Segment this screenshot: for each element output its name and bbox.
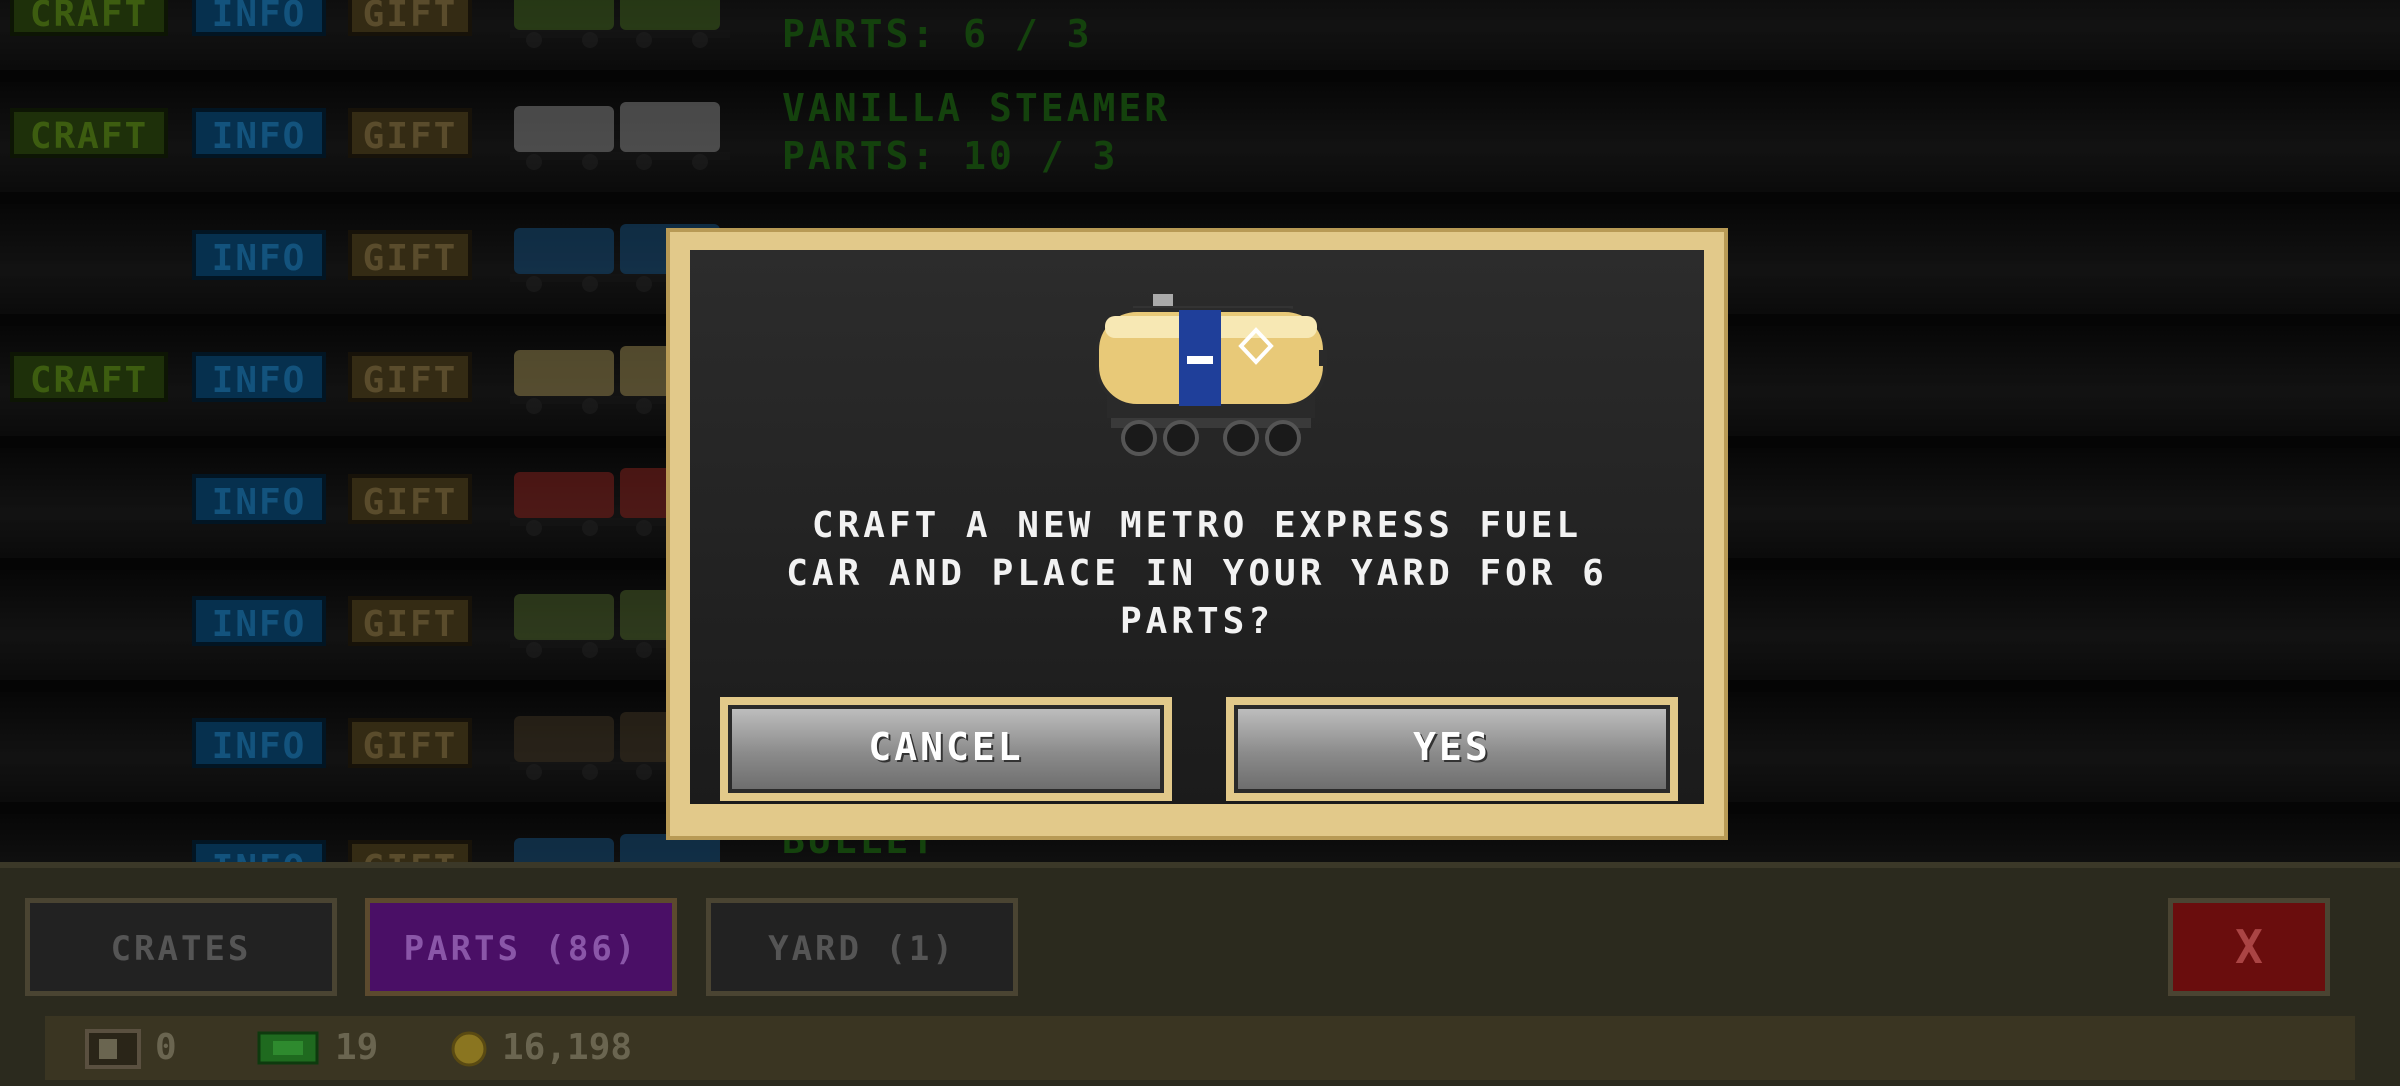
coin-icon [451, 1031, 487, 1067]
bottom-bar: CRATES PARTS (86) YARD (1) X 0 19 16,198 [0, 862, 2400, 1086]
coins-value: 16,198 [502, 1027, 633, 1068]
cash-count: 19 [255, 1026, 378, 1070]
cancel-button-label: CANCEL [728, 705, 1164, 793]
cash-value: 19 [335, 1027, 379, 1068]
crate-icon [85, 1029, 141, 1069]
yes-button[interactable]: YES [1226, 697, 1678, 801]
close-button[interactable]: X [2168, 898, 2330, 996]
cancel-button[interactable]: CANCEL [720, 697, 1172, 801]
row-overlay [0, 0, 2400, 70]
crates-count: 0 [85, 1026, 177, 1070]
craft-confirm-dialog: CRAFT A NEW METRO EXPRESS FUEL CAR AND P… [666, 228, 1728, 840]
tab-parts[interactable]: PARTS (86) [365, 898, 677, 996]
crates-value: 0 [155, 1027, 177, 1068]
fuel-tank-car-icon [1095, 294, 1327, 456]
dialog-message: CRAFT A NEW METRO EXPRESS FUEL CAR AND P… [786, 505, 1608, 642]
cash-icon [257, 1031, 319, 1065]
list-item: CRAFTINFOGIFTEMERALD STEAMERPARTS: 6 / 3 [0, 0, 2400, 82]
yes-button-label: YES [1234, 705, 1670, 793]
tab-yard[interactable]: YARD (1) [706, 898, 1018, 996]
tab-crates[interactable]: CRATES [25, 898, 337, 996]
coins-count: 16,198 [450, 1026, 632, 1070]
list-item: CRAFT INFO GIFT VANILLA STEAMER PARTS: 10 / … [0, 82, 2400, 204]
status-bar: 0 19 16,198 [45, 1016, 2355, 1080]
row-overlay [0, 82, 2400, 192]
